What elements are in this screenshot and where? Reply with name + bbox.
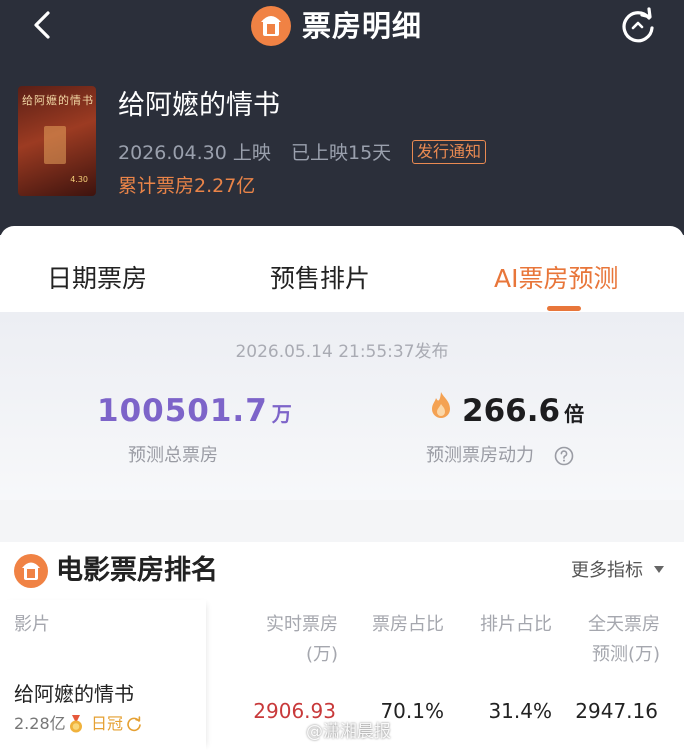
champion-refresh-icon [127, 716, 141, 732]
release-date: 2026.04.30 上映 [118, 142, 271, 164]
app-logo-icon [251, 6, 291, 46]
poster-title: 给阿嬷的情书 [22, 94, 94, 107]
refresh-icon[interactable] [618, 6, 658, 46]
chevron-left-icon[interactable] [28, 10, 58, 40]
publish-time: 2026.05.14 21:55:37发布 [235, 342, 449, 362]
row-schedule-share: 31.4% [488, 699, 552, 723]
medal-icon [70, 715, 82, 733]
daily-champion-badge: 日冠 [91, 714, 124, 733]
section-divider [0, 500, 684, 542]
forecast-power-value: 266.6 [462, 393, 561, 429]
page-title: 票房明细 [302, 9, 423, 43]
movie-name: 给阿嬷的情书 [118, 90, 280, 121]
column-header-film: 影片 [14, 614, 50, 635]
column-header-schedule-share[interactable]: 排片占比 [470, 610, 552, 640]
ranking-logo-icon [14, 554, 48, 588]
column-header-fullday-label: 全天票房 预测(万) [588, 614, 660, 665]
watermark: @潇湘晨报 [306, 722, 391, 742]
forecast-power: 266.6 倍 [462, 390, 584, 435]
poster-window-light [44, 126, 66, 164]
ranking-title: 电影票房排名 [56, 555, 218, 586]
forecast-power-unit: 倍 [564, 402, 585, 426]
forecast-total-box-office: 100501.7 万 [97, 390, 293, 435]
forecast-total-unit: 万 [271, 402, 293, 426]
poster-date: 4.30 [70, 175, 88, 184]
column-header-realtime-label: 实时票房 (万) [266, 614, 338, 665]
row-film-name[interactable]: 给阿嬷的情书 [14, 680, 134, 708]
column-header-box-share[interactable]: 票房占比 [362, 610, 444, 640]
total-box-office: 累计票房2.27亿 [118, 175, 256, 197]
forecast-total-value: 100501.7 [97, 393, 268, 429]
column-header-realtime[interactable]: 实时票房 (万) [246, 610, 338, 670]
days-shown: 已上映15天 [291, 142, 392, 164]
help-icon[interactable] [554, 446, 574, 466]
movie-poster[interactable]: 给阿嬷的情书 4.30 [18, 86, 96, 196]
row-film-total: 2.28亿 [14, 714, 66, 733]
forecast-total-label: 预测总票房 [128, 445, 218, 466]
distribution-notice-badge[interactable]: 发行通知 [412, 140, 487, 164]
fire-icon [432, 392, 450, 418]
active-tab-indicator [547, 306, 581, 311]
tab-ai-forecast[interactable]: AI票房预测 [494, 262, 618, 296]
more-metrics-button[interactable]: 更多指标 [571, 558, 643, 584]
header: 票房明细 给阿嬷的情书 4.30 给阿嬷的情书 2026.04.30 上映 已上… [0, 0, 684, 235]
tab-presale-schedule[interactable]: 预售排片 [270, 262, 370, 296]
caret-down-icon[interactable] [654, 566, 664, 573]
column-header-fullday-forecast[interactable]: 全天票房 预测(万) [574, 610, 660, 670]
row-fullday-forecast: 2947.16 [575, 699, 658, 723]
tab-date-box-office[interactable]: 日期票房 [47, 262, 147, 296]
weibo-icon [284, 725, 304, 740]
forecast-power-label: 预测票房动力 [426, 445, 534, 466]
